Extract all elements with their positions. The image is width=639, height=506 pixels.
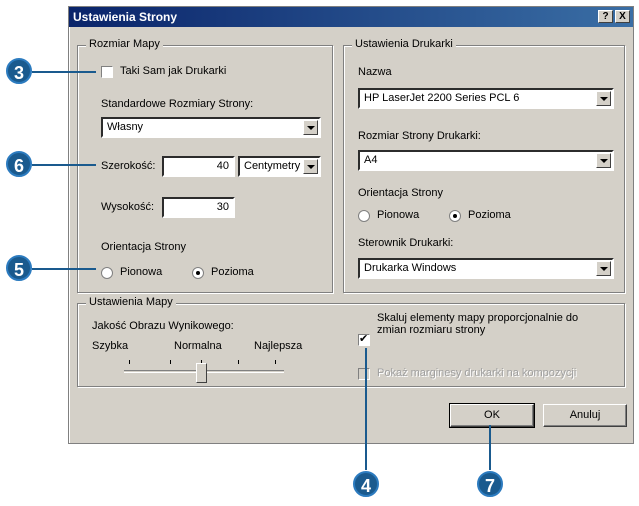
printer-orientation-landscape-label[interactable]: Pozioma bbox=[468, 209, 511, 221]
callout-line bbox=[32, 164, 96, 166]
orientation-landscape-radio[interactable] bbox=[192, 267, 204, 279]
show-margins-checkbox[interactable] bbox=[358, 368, 370, 380]
callout-4: 4 bbox=[353, 471, 379, 497]
printer-driver-dropdown[interactable]: Drukarka Windows bbox=[358, 258, 614, 279]
printer-name-label: Nazwa bbox=[358, 66, 392, 78]
callout-5: 5 bbox=[6, 255, 32, 281]
paper-size-label: Rozmiar Strony Drukarki: bbox=[358, 130, 481, 142]
units-value: Centymetry bbox=[244, 160, 301, 172]
chevron-down-icon[interactable] bbox=[596, 261, 611, 276]
units-dropdown[interactable]: Centymetry bbox=[238, 156, 321, 177]
scale-elements-checkbox[interactable] bbox=[358, 332, 370, 346]
paper-size-value: A4 bbox=[364, 154, 378, 166]
orientation-label: Orientacja Strony bbox=[101, 241, 186, 253]
callout-7: 7 bbox=[477, 471, 503, 497]
orientation-portrait-radio[interactable] bbox=[101, 267, 113, 279]
printer-settings-group: Ustawienia Drukarki Nazwa HP LaserJet 22… bbox=[343, 38, 625, 293]
callout-6: 6 bbox=[6, 151, 32, 177]
chevron-down-icon[interactable] bbox=[303, 159, 318, 174]
orientation-landscape-label[interactable]: Pozioma bbox=[211, 266, 254, 278]
map-settings-legend: Ustawienia Mapy bbox=[86, 296, 176, 308]
printer-orientation-label: Orientacja Strony bbox=[358, 187, 443, 199]
callout-line bbox=[365, 348, 367, 470]
ok-button[interactable]: OK bbox=[449, 403, 535, 428]
orientation-portrait-label[interactable]: Pionowa bbox=[120, 266, 162, 278]
title-bar[interactable]: Ustawienia Strony ? X bbox=[69, 7, 633, 27]
height-input[interactable]: 30 bbox=[162, 197, 235, 218]
quality-label: Jakość Obrazu Wynikowego: bbox=[92, 320, 234, 332]
same-as-printer-checkbox[interactable] bbox=[101, 66, 113, 78]
standard-size-dropdown[interactable]: Własny bbox=[101, 117, 321, 138]
width-input[interactable]: 40 bbox=[162, 156, 235, 177]
standard-sizes-label: Standardowe Rozmiary Strony: bbox=[101, 98, 254, 110]
printer-orientation-landscape-radio[interactable] bbox=[449, 210, 461, 222]
help-button[interactable]: ? bbox=[598, 10, 613, 23]
quality-fast-label: Szybka bbox=[92, 340, 129, 352]
close-button[interactable]: X bbox=[615, 10, 630, 23]
page-setup-dialog: Ustawienia Strony ? X Rozmiar Mapy Taki … bbox=[68, 6, 634, 444]
width-label: Szerokość: bbox=[101, 160, 156, 172]
same-as-printer-label[interactable]: Taki Sam jak Drukarki bbox=[120, 65, 226, 77]
chevron-down-icon[interactable] bbox=[596, 153, 611, 168]
quality-normal-label: Normalna bbox=[174, 340, 222, 352]
quality-best-label: Najlepsza bbox=[254, 340, 303, 352]
printer-settings-legend: Ustawienia Drukarki bbox=[352, 38, 456, 50]
cancel-button[interactable]: Anuluj bbox=[543, 404, 627, 427]
map-settings-group: Ustawienia Mapy Jakość Obrazu Wynikowego… bbox=[77, 296, 625, 387]
printer-driver-label: Sterownik Drukarki: bbox=[358, 237, 454, 249]
standard-size-value: Własny bbox=[107, 121, 144, 133]
slider-tick bbox=[170, 360, 171, 364]
callout-3: 3 bbox=[6, 58, 32, 84]
map-size-legend: Rozmiar Mapy bbox=[86, 38, 163, 50]
dialog-title: Ustawienia Strony bbox=[73, 10, 178, 24]
slider-tick bbox=[129, 360, 130, 364]
chevron-down-icon[interactable] bbox=[303, 120, 318, 135]
chevron-down-icon[interactable] bbox=[596, 91, 611, 106]
slider-tick bbox=[275, 360, 276, 364]
show-margins-label[interactable]: Pokaż marginesy drukarki na kompozycji bbox=[377, 367, 576, 379]
height-label: Wysokość: bbox=[101, 201, 155, 213]
printer-name-value: HP LaserJet 2200 Series PCL 6 bbox=[364, 92, 520, 104]
callout-line bbox=[32, 268, 96, 270]
paper-size-dropdown[interactable]: A4 bbox=[358, 150, 614, 171]
printer-orientation-portrait-label[interactable]: Pionowa bbox=[377, 209, 419, 221]
callout-line bbox=[489, 425, 491, 470]
slider-tick bbox=[238, 360, 239, 364]
printer-driver-value: Drukarka Windows bbox=[364, 262, 457, 274]
callout-line bbox=[32, 71, 96, 73]
printer-name-dropdown[interactable]: HP LaserJet 2200 Series PCL 6 bbox=[358, 88, 614, 109]
quality-slider-thumb[interactable] bbox=[196, 363, 207, 383]
scale-elements-label[interactable]: Skaluj elementy mapy proporcjonalnie do … bbox=[377, 312, 587, 336]
map-size-group: Rozmiar Mapy Taki Sam jak Drukarki Stand… bbox=[77, 38, 333, 293]
printer-orientation-portrait-radio[interactable] bbox=[358, 210, 370, 222]
